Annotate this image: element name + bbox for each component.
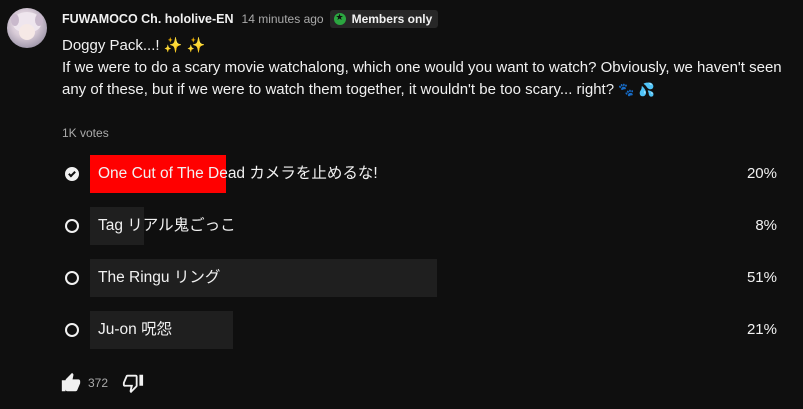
poll-option-3[interactable]: The Ringu リング 51% xyxy=(58,259,780,297)
poll-option-1[interactable]: One Cut of The Dead カメラを止めるな! 20% xyxy=(58,155,780,193)
thumbs-up-icon[interactable] xyxy=(60,372,82,394)
members-only-badge: Members only xyxy=(329,10,439,28)
channel-avatar[interactable] xyxy=(7,8,47,48)
post-actions: 372 xyxy=(60,372,144,394)
selected-check-icon xyxy=(65,167,79,181)
radio-icon xyxy=(65,323,79,337)
vote-count: 1K votes xyxy=(62,126,109,140)
poll-option-4[interactable]: Ju-on 呪怨 21% xyxy=(58,311,780,349)
avatar-ear-left xyxy=(11,14,19,26)
post-body: If we were to do a scary movie watchalon… xyxy=(62,57,782,101)
avatar-ear-right xyxy=(35,14,43,26)
avatar-face xyxy=(19,24,35,40)
post-header: FUWAMOCO Ch. hololive-EN 14 minutes ago … xyxy=(62,10,439,28)
poll-option-4-label: Ju-on 呪怨 xyxy=(98,321,173,338)
post-title: Doggy Pack...! xyxy=(62,37,160,54)
post-title-line: Doggy Pack...! ✨ ✨ xyxy=(62,35,782,57)
poll-option-1-percent: 20% xyxy=(746,165,777,182)
poll-option-3-percent: 51% xyxy=(746,269,777,286)
poll-option-4-percent: 21% xyxy=(746,321,777,338)
channel-name[interactable]: FUWAMOCO Ch. hololive-EN xyxy=(62,12,234,26)
post-body-text: If we were to do a scary movie watchalon… xyxy=(62,59,782,98)
members-star-icon xyxy=(333,12,346,25)
sparkles-emoji: ✨ ✨ xyxy=(163,37,206,54)
members-only-label: Members only xyxy=(351,12,433,26)
poll-option-2[interactable]: Tag リアル鬼ごっこ 8% xyxy=(58,207,780,245)
post-timestamp[interactable]: 14 minutes ago xyxy=(242,12,324,26)
poll-option-3-label: The Ringu リング xyxy=(98,269,221,286)
sweat-droplets-emoji: 💦 xyxy=(638,82,655,97)
poll-option-2-percent: 8% xyxy=(755,217,777,234)
paw-prints-emoji: 🐾 xyxy=(618,82,635,97)
like-count: 372 xyxy=(88,376,109,390)
poll-option-2-label: Tag リアル鬼ごっこ xyxy=(98,217,236,234)
radio-icon xyxy=(65,219,79,233)
radio-icon xyxy=(65,271,79,285)
post-text: Doggy Pack...! ✨ ✨ If we were to do a sc… xyxy=(62,35,782,101)
poll-option-1-label: One Cut of The Dead カメラを止めるな! xyxy=(98,165,378,182)
thumbs-down-icon[interactable] xyxy=(122,372,144,394)
